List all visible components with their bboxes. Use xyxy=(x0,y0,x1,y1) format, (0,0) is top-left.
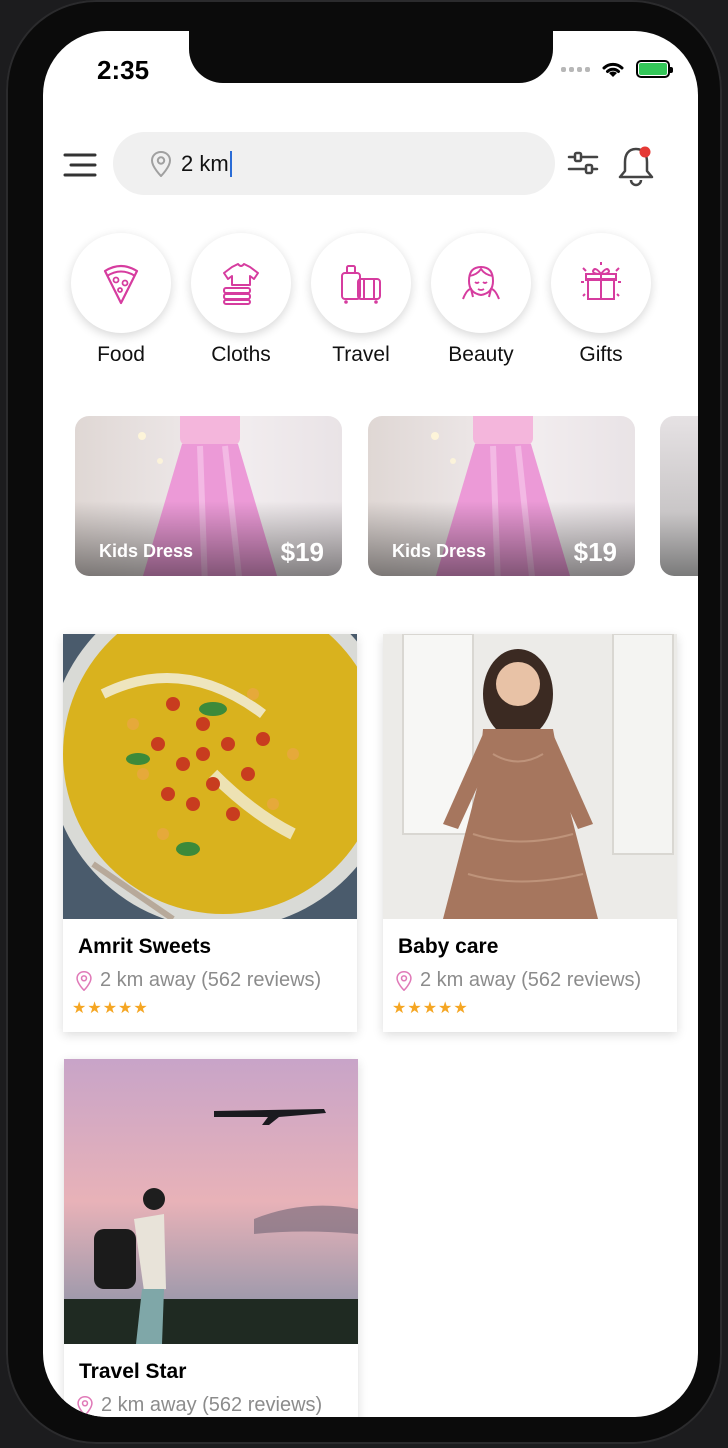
category-gifts[interactable]: Gifts xyxy=(550,233,652,367)
gift-icon xyxy=(581,262,621,300)
search-value: 2 km xyxy=(181,150,229,176)
promo-card[interactable]: Kids Dress $19 xyxy=(368,416,635,576)
search-input[interactable]: 2 km xyxy=(113,132,555,195)
category-beauty[interactable]: Beauty xyxy=(430,233,532,367)
text-cursor xyxy=(229,150,232,177)
category-circle xyxy=(431,233,531,333)
app-screen: 2:35 2 km Food Cloths Travel Beauty Gift… xyxy=(43,31,698,1417)
listing-distance-row: 2 km away (562 reviews) xyxy=(76,969,357,992)
promo-price: $19 xyxy=(573,537,617,567)
travel-airplane-image xyxy=(64,1059,358,1344)
category-food[interactable]: Food xyxy=(70,233,172,367)
category-label: Beauty xyxy=(448,343,514,366)
location-pin-icon xyxy=(396,970,412,991)
listing-card[interactable]: Travel Star 2 km away (562 reviews) ★★★★… xyxy=(64,1059,358,1417)
listing-distance-row: 2 km away (562 reviews) xyxy=(77,1394,358,1417)
notification-bell-icon[interactable] xyxy=(617,143,655,187)
promo-name: Kids Dress xyxy=(99,541,194,561)
food-curry-image xyxy=(63,634,357,919)
listing-title: Baby care xyxy=(398,935,499,958)
location-pin-icon xyxy=(151,150,171,177)
cellular-signal-icon xyxy=(561,66,590,72)
category-travel[interactable]: Travel xyxy=(310,233,412,367)
menu-icon[interactable] xyxy=(63,152,97,178)
promo-card-peek[interactable] xyxy=(660,416,698,576)
pizza-icon xyxy=(103,264,139,305)
category-label: Food xyxy=(97,343,145,366)
status-icons xyxy=(561,59,673,79)
star-rating-icon: ★★★★★ xyxy=(72,1000,149,1017)
listing-distance-row: 2 km away (562 reviews) xyxy=(396,969,677,992)
wifi-icon xyxy=(602,62,624,77)
category-circle xyxy=(311,233,411,333)
listing-card[interactable]: Baby care 2 km away (562 reviews) ★★★★★ xyxy=(383,634,677,1032)
category-circle xyxy=(71,233,171,333)
phone-frame: 2:35 2 km Food Cloths Travel Beauty Gift… xyxy=(6,0,722,1444)
listing-title: Amrit Sweets xyxy=(78,935,212,958)
clothes-icon xyxy=(223,263,259,305)
category-list: Food Cloths Travel Beauty Gifts xyxy=(70,233,652,367)
listing-card[interactable]: Amrit Sweets 2 km away (562 reviews) ★★★… xyxy=(63,634,357,1032)
listing-title: Travel Star xyxy=(79,1360,187,1383)
category-label: Gifts xyxy=(579,343,623,366)
category-circle xyxy=(551,233,651,333)
listing-distance: 2 km away (562 reviews) xyxy=(100,969,322,991)
category-cloths[interactable]: Cloths xyxy=(190,233,292,367)
girl-dress-image xyxy=(383,634,677,919)
luggage-icon xyxy=(341,265,381,304)
promo-price: $19 xyxy=(280,537,324,567)
location-pin-icon xyxy=(77,1395,93,1416)
promo-card[interactable]: Kids Dress $19 xyxy=(75,416,342,576)
status-time: 2:35 xyxy=(97,55,150,85)
filter-sliders-icon[interactable] xyxy=(567,149,599,177)
star-rating-icon: ★★★★★ xyxy=(392,1000,469,1017)
listing-distance: 2 km away (562 reviews) xyxy=(420,969,642,991)
device-notch xyxy=(189,31,553,83)
category-label: Cloths xyxy=(211,343,271,366)
category-label: Travel xyxy=(332,343,390,366)
location-pin-icon xyxy=(76,970,92,991)
category-circle xyxy=(191,233,291,333)
face-icon xyxy=(462,265,500,300)
battery-icon xyxy=(636,60,673,78)
listing-distance: 2 km away (562 reviews) xyxy=(101,1394,323,1416)
promo-name: Kids Dress xyxy=(392,541,487,561)
